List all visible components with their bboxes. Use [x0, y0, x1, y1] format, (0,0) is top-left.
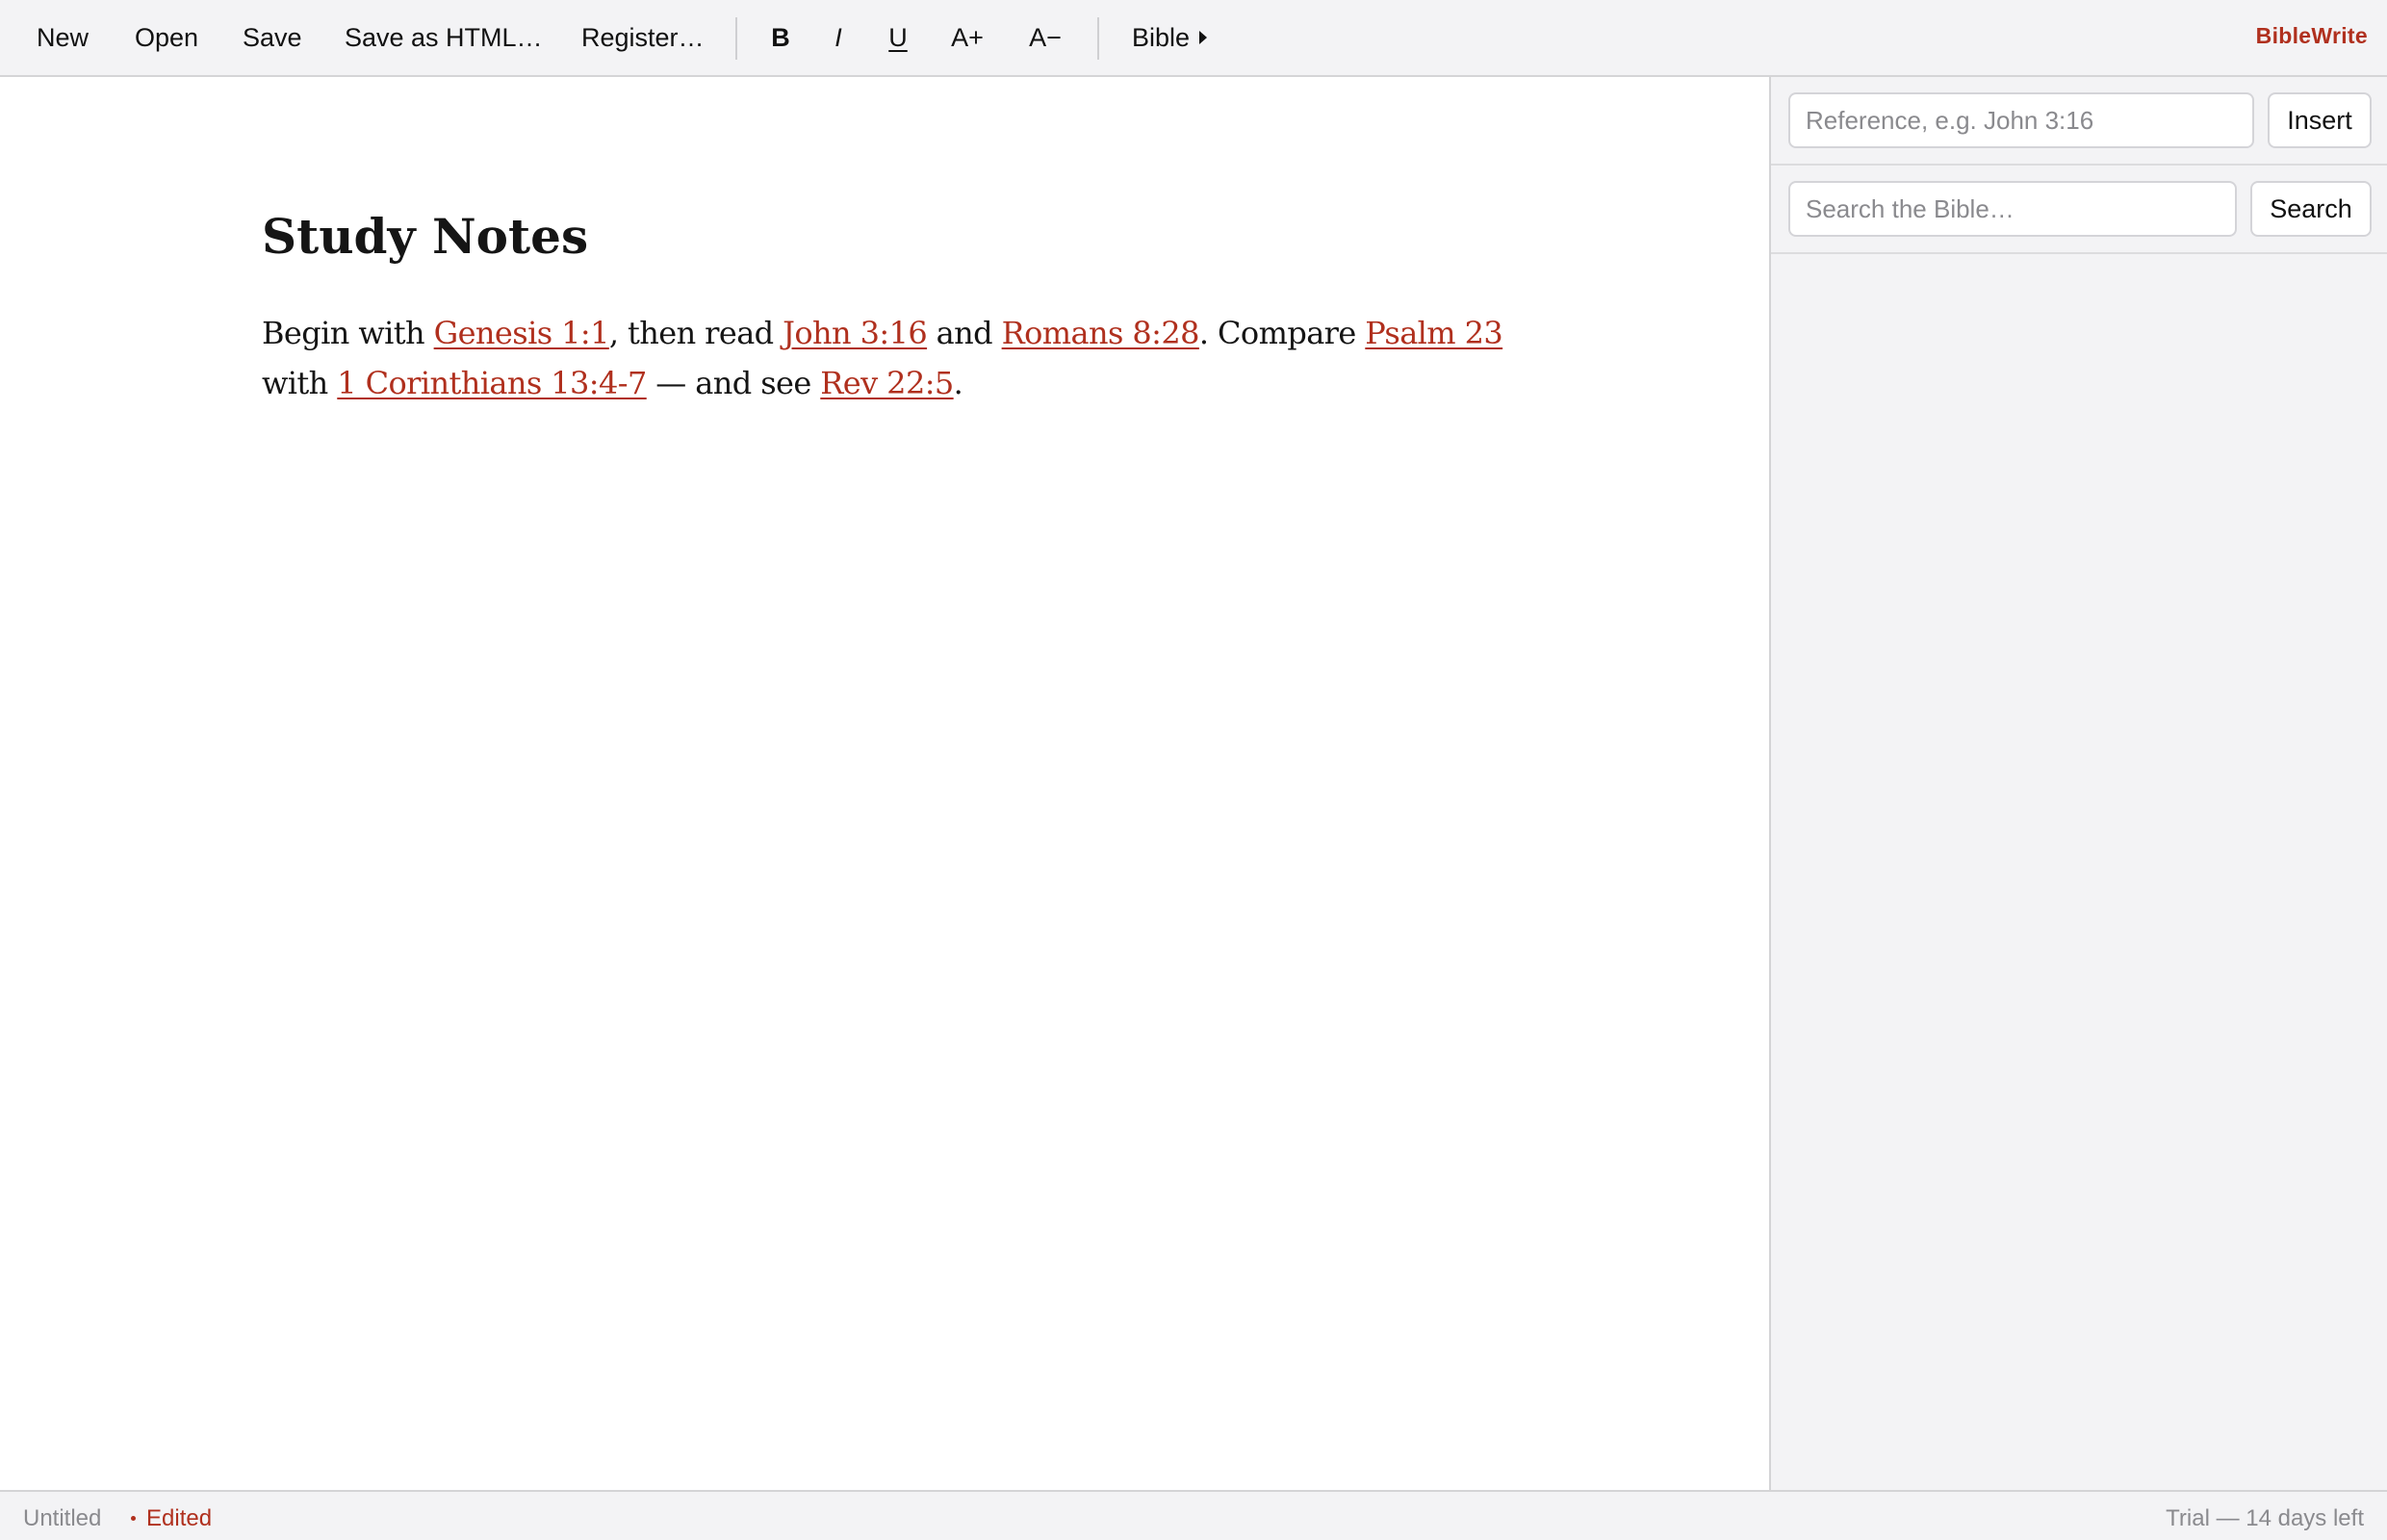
- save-as-html-button[interactable]: Save as HTML…: [345, 17, 543, 58]
- bold-button[interactable]: B: [764, 17, 797, 58]
- dot-icon: [131, 1516, 136, 1521]
- body-text: with: [262, 365, 338, 401]
- insert-button[interactable]: Insert: [2268, 92, 2372, 148]
- scripture-link-revelation[interactable]: Rev 22:5: [820, 365, 954, 401]
- underline-button[interactable]: U: [882, 17, 914, 58]
- document[interactable]: Study Notes Begin with Genesis 1:1, then…: [262, 208, 1513, 408]
- status-filename: Untitled: [23, 1505, 102, 1531]
- save-button[interactable]: Save: [243, 17, 302, 58]
- body-text: — and see: [646, 365, 821, 401]
- toolbar-divider: [1097, 17, 1099, 60]
- body-text: and: [927, 315, 1002, 351]
- reference-input[interactable]: [1788, 92, 2254, 148]
- open-button[interactable]: Open: [135, 17, 198, 58]
- caret-right-icon: [1199, 30, 1208, 44]
- editor-area[interactable]: Study Notes Begin with Genesis 1:1, then…: [0, 77, 1771, 1490]
- scripture-link-genesis[interactable]: Genesis 1:1: [434, 315, 610, 351]
- bible-search-input[interactable]: [1788, 181, 2237, 237]
- new-button[interactable]: New: [37, 17, 89, 58]
- bible-menu-button[interactable]: Bible: [1132, 17, 1208, 58]
- status-bar: Untitled Edited Trial — 14 days left: [0, 1490, 2387, 1540]
- scripture-link-corinthians[interactable]: 1 Corinthians 13:4-7: [337, 365, 647, 401]
- app-brand: BibleWrite: [2255, 23, 2368, 48]
- bible-sidebar: Insert Search: [1769, 77, 2387, 1490]
- status-trial: Trial — 14 days left: [2166, 1505, 2364, 1531]
- reference-row: Insert: [1771, 77, 2387, 166]
- body-text: .: [953, 365, 963, 401]
- search-button[interactable]: Search: [2250, 181, 2372, 237]
- body-text: , then read: [608, 315, 783, 351]
- italic-button[interactable]: I: [824, 17, 853, 58]
- toolbar-divider: [735, 17, 737, 60]
- body-text: . Compare: [1198, 315, 1366, 351]
- status-edited: Edited: [146, 1505, 213, 1531]
- font-larger-button[interactable]: A+: [947, 17, 988, 58]
- scripture-link-psalm[interactable]: Psalm 23: [1365, 315, 1502, 351]
- font-smaller-button[interactable]: A−: [1024, 17, 1066, 58]
- toolbar: New Open Save Save as HTML… Register… B …: [0, 0, 2387, 77]
- document-paragraph[interactable]: Begin with Genesis 1:1, then read John 3…: [262, 308, 1513, 408]
- bible-menu-label: Bible: [1132, 23, 1191, 52]
- scripture-link-john[interactable]: John 3:16: [783, 315, 928, 351]
- document-title[interactable]: Study Notes: [262, 208, 1513, 266]
- search-row: Search: [1771, 166, 2387, 254]
- register-button[interactable]: Register…: [581, 17, 705, 58]
- body-text: Begin with: [262, 315, 434, 351]
- scripture-link-romans[interactable]: Romans 8:28: [1002, 315, 1200, 351]
